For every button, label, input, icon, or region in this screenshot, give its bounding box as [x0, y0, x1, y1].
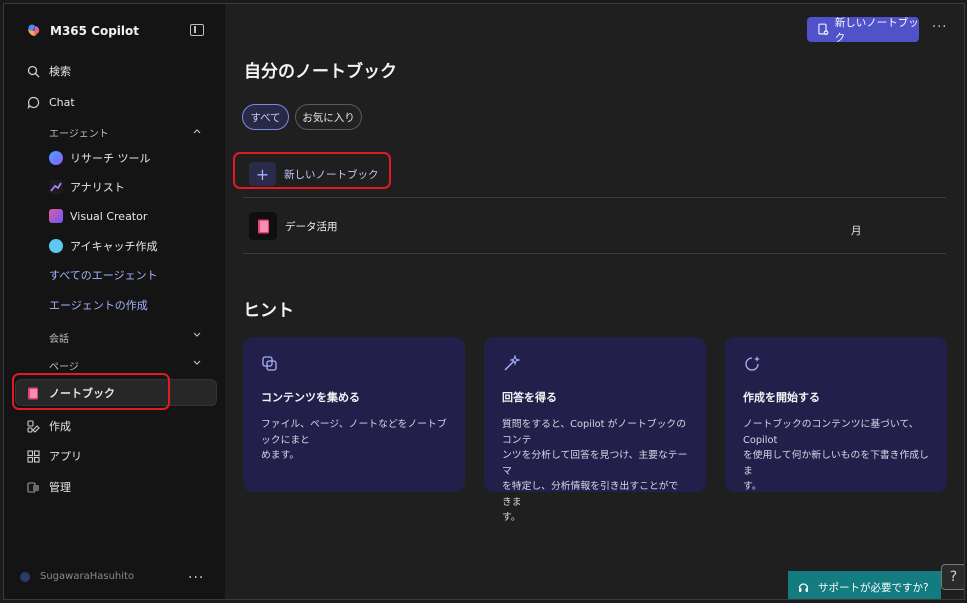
- section-pages[interactable]: ページ: [49, 358, 79, 373]
- divider: [243, 197, 946, 198]
- sidebar-item-chat[interactable]: Chat: [26, 92, 75, 112]
- headset-icon: [798, 582, 809, 592]
- all-agents-link[interactable]: すべてのエージェント: [49, 267, 158, 283]
- hint-title: 作成を開始する: [743, 391, 820, 404]
- hint-card-create: 作成を開始する ノートブックのコンテンツに基づいて、Copilot を使用して何…: [725, 337, 947, 492]
- notebook-list-item[interactable]: データ活用: [249, 212, 338, 240]
- sidebar-item-apps[interactable]: アプリ: [26, 446, 82, 466]
- sidebar-item-label: アプリ: [49, 450, 82, 463]
- avatar: [20, 571, 30, 582]
- sidebar-item-label: 管理: [49, 481, 71, 494]
- hint-card-collect: コンテンツを集める ファイル、ページ、ノートなどをノートブックにまと めます。: [243, 337, 465, 492]
- support-label: サポートが必要ですか?: [818, 581, 929, 594]
- sidebar-item-label: 作成: [49, 420, 71, 433]
- agent-label: Visual Creator: [70, 209, 148, 223]
- agent-item-analyst[interactable]: アナリスト: [49, 179, 125, 195]
- search-icon: [26, 64, 40, 78]
- app-window: M365 Copilot 検索 Chat エージェント リサーチ ツール アナリ…: [3, 3, 965, 600]
- admin-icon: [26, 480, 40, 494]
- section-agents: エージェント: [49, 129, 109, 140]
- sidebar-item-label: 検索: [49, 65, 71, 78]
- agent-label: リサーチ ツール: [70, 152, 151, 165]
- hint-desc: 質問をすると、Copilot がノートブックのコンテ ンツを分析して回答を見つけ…: [502, 419, 688, 523]
- user-profile[interactable]: SugawaraHasuhito: [20, 571, 134, 582]
- user-name: SugawaraHasuhito: [40, 571, 135, 582]
- analyst-icon: [49, 180, 63, 194]
- section-conversations[interactable]: 会話: [49, 330, 69, 345]
- more-options-icon[interactable]: ···: [188, 570, 204, 586]
- new-notebook-button[interactable]: 新しいノートブック: [807, 16, 919, 44]
- agent-label: アイキャッチ作成: [70, 240, 158, 253]
- divider: [243, 253, 946, 254]
- hints-heading: ヒント: [243, 301, 294, 321]
- more-icon[interactable]: ···: [932, 20, 947, 35]
- hint-desc: ノートブックのコンテンツに基づいて、Copilot を使用して何か新しいものを下…: [743, 419, 929, 492]
- chevron-down-icon[interactable]: [192, 358, 202, 368]
- chat-icon: [26, 95, 40, 109]
- app-title: M365 Copilot: [50, 24, 140, 38]
- filter-all[interactable]: すべて: [242, 104, 289, 130]
- hint-title: コンテンツを集める: [261, 391, 360, 404]
- sidebar-item-create[interactable]: 作成: [26, 416, 71, 436]
- apps-grid-icon: [26, 449, 40, 463]
- help-button[interactable]: ?: [941, 564, 964, 590]
- notebook-icon: [249, 212, 277, 240]
- collect-content-icon: [262, 356, 277, 371]
- eyecatch-icon: [49, 239, 63, 253]
- agent-item-eyecatch[interactable]: アイキャッチ作成: [49, 238, 157, 254]
- sidebar-toggle-icon[interactable]: [190, 24, 204, 36]
- hint-desc: ファイル、ページ、ノートなどをノートブックにまと めます。: [261, 419, 447, 461]
- brand[interactable]: M365 Copilot: [26, 23, 139, 39]
- support-button[interactable]: サポートが必要ですか?: [788, 571, 941, 599]
- chevron-up-icon[interactable]: [192, 126, 202, 136]
- sidebar-item-admin[interactable]: 管理: [26, 477, 71, 497]
- agent-label: アナリスト: [70, 181, 125, 194]
- visual-creator-icon: [49, 209, 63, 223]
- highlight-new-notebook: [233, 152, 391, 189]
- notebook-add-icon: [818, 23, 829, 35]
- sparkle-chat-icon: [745, 356, 760, 371]
- filter-favorites[interactable]: お気に入り: [295, 104, 362, 130]
- sidebar-item-search[interactable]: 検索: [26, 61, 71, 81]
- sidebar: M365 Copilot 検索 Chat エージェント リサーチ ツール アナリ…: [4, 4, 225, 599]
- notebook-name: データ活用: [285, 220, 338, 233]
- create-icon: [26, 419, 40, 433]
- research-tool-icon: [49, 151, 63, 165]
- chevron-down-icon[interactable]: [192, 330, 202, 340]
- sidebar-item-label: Chat: [49, 95, 75, 109]
- copilot-logo-icon: [28, 24, 40, 36]
- create-agent-link[interactable]: エージェントの作成: [49, 297, 148, 313]
- notebook-date: 月: [851, 225, 862, 237]
- new-notebook-label: 新しいノートブック: [834, 16, 919, 44]
- agent-item-visual-creator[interactable]: Visual Creator: [49, 209, 147, 223]
- hint-card-answer: 回答を得る 質問をすると、Copilot がノートブックのコンテ ンツを分析して…: [484, 337, 706, 523]
- agent-item-research[interactable]: リサーチ ツール: [49, 150, 151, 166]
- magic-wand-icon: [504, 354, 521, 371]
- page-title: 自分のノートブック: [244, 62, 397, 82]
- main-content: 新しいノートブック ··· 自分のノートブック すべて お気に入り + 新しいノ…: [225, 4, 964, 599]
- hint-title: 回答を得る: [502, 391, 557, 404]
- highlight-notebook: [12, 373, 170, 410]
